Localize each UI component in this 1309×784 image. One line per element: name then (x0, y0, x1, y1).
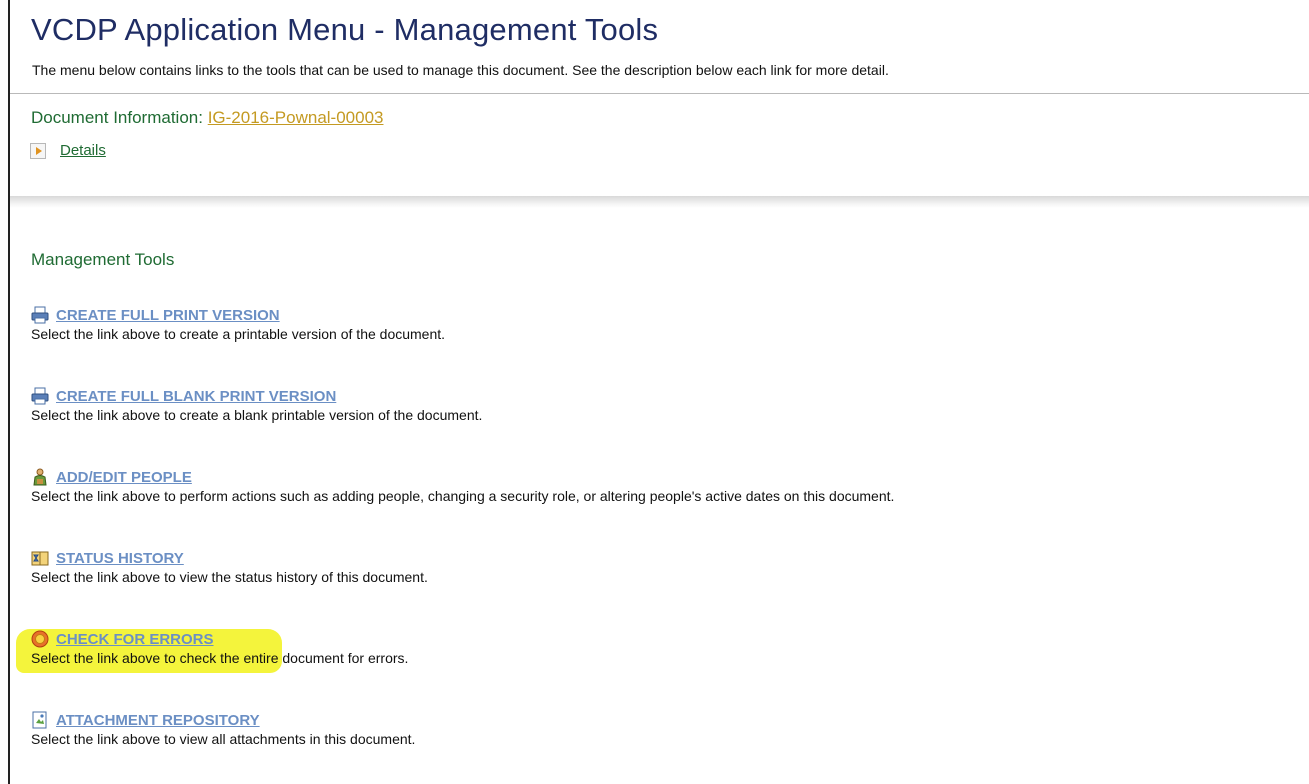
check-for-errors-link[interactable]: CHECK FOR ERRORS (56, 631, 214, 648)
details-link[interactable]: Details (60, 142, 106, 159)
details-toggle[interactable]: Details (30, 142, 106, 159)
tool-description: Select the link above to view all attach… (31, 731, 416, 747)
document-id-link[interactable]: IG-2016-Pownal-00003 (208, 108, 384, 127)
add-edit-people-link[interactable]: ADD/EDIT PEOPLE (56, 469, 192, 486)
history-icon[interactable] (31, 549, 49, 567)
document-information: Document Information: IG-2016-Pownal-000… (31, 108, 383, 128)
printer-icon[interactable] (31, 306, 49, 324)
printer-icon[interactable] (31, 387, 49, 405)
section-divider (10, 196, 1309, 208)
status-history-link[interactable]: STATUS HISTORY (56, 550, 184, 567)
create-full-blank-print-version-link[interactable]: CREATE FULL BLANK PRINT VERSION (56, 388, 336, 405)
attachment-repository-link[interactable]: ATTACHMENT REPOSITORY (56, 712, 260, 729)
tool-check-for-errors: CHECK FOR ERRORS Select the link above t… (31, 630, 408, 666)
tool-create-full-blank-print-version: CREATE FULL BLANK PRINT VERSION Select t… (31, 387, 482, 423)
tool-description: Select the link above to create a printa… (31, 326, 446, 342)
tool-description: Select the link above to create a blank … (31, 407, 483, 423)
header-divider (10, 93, 1309, 94)
attachment-icon[interactable] (31, 711, 49, 729)
tool-status-history: STATUS HISTORY Select the link above to … (31, 549, 428, 586)
tool-add-edit-people: ADD/EDIT PEOPLE Select the link above to… (31, 468, 894, 504)
section-title: Management Tools (31, 250, 175, 269)
expand-arrow-icon[interactable] (30, 142, 46, 159)
create-full-print-version-link[interactable]: CREATE FULL PRINT VERSION (56, 307, 280, 324)
tool-description: Select the link above to check the entir… (31, 650, 409, 666)
tool-description: Select the link above to view the status… (31, 569, 428, 585)
tool-create-full-print-version: CREATE FULL PRINT VERSION Select the lin… (31, 306, 445, 342)
page-subtitle: The menu below contains links to the too… (32, 62, 889, 78)
tool-attachment-repository: ATTACHMENT REPOSITORY Select the link ab… (31, 711, 415, 747)
document-information-label: Document Information: (31, 108, 208, 127)
error-check-icon[interactable] (31, 630, 49, 648)
page-title: VCDP Application Menu - Management Tools (31, 12, 659, 47)
tool-description: Select the link above to perform actions… (31, 488, 895, 504)
people-icon[interactable] (31, 468, 49, 486)
